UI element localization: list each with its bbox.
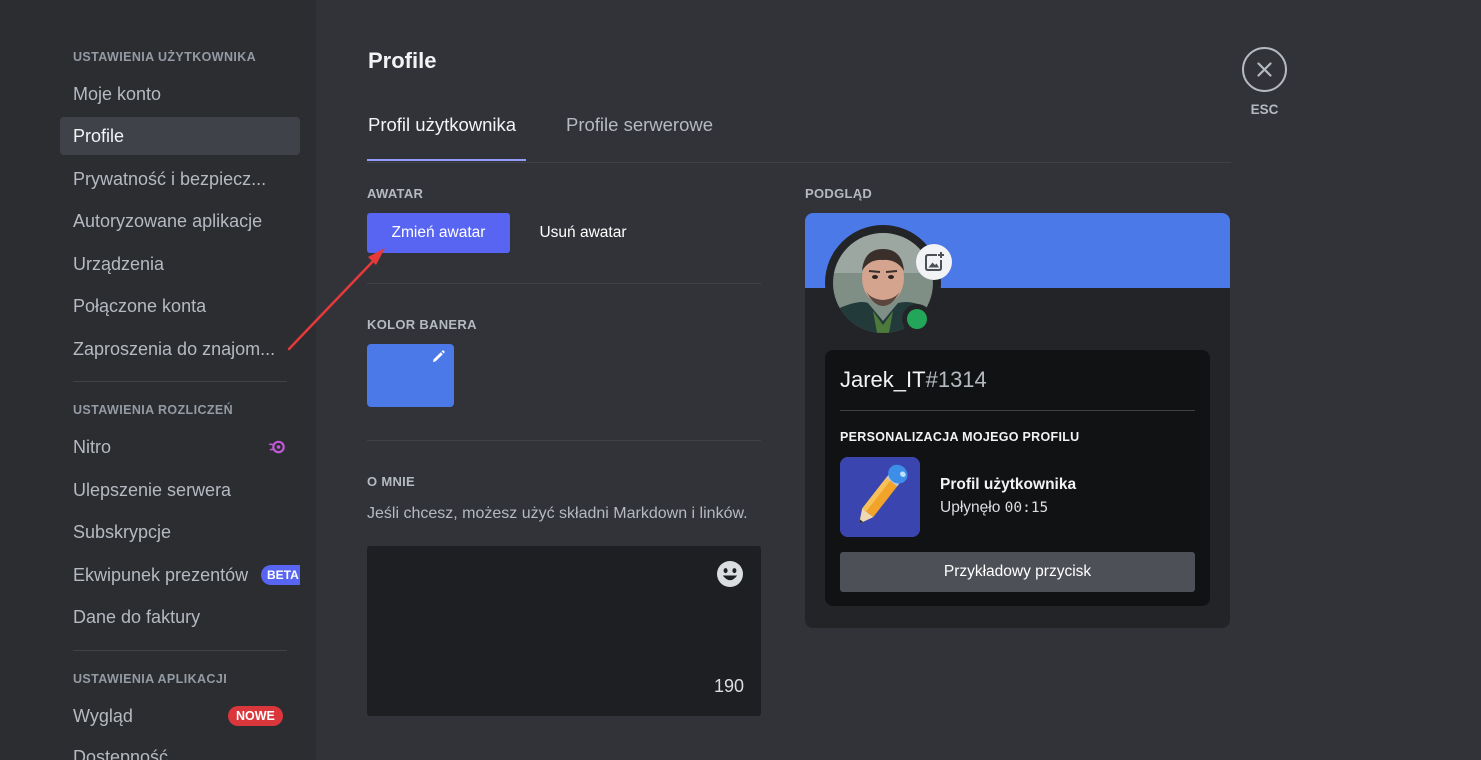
pencil-app-icon <box>840 457 920 537</box>
user-settings-header: USTAWIENIA UŻYTKOWNIKA <box>73 50 257 64</box>
sidebar-item-gift-inventory[interactable]: Ekwipunek prezentów BETA <box>60 556 300 594</box>
sidebar-item-label: Dane do faktury <box>73 607 201 627</box>
avatar-label: AWATAR <box>367 186 424 201</box>
tab-user-profile[interactable]: Profil użytkownika <box>368 114 516 136</box>
sidebar-item-devices[interactable]: Urządzenia <box>60 245 300 283</box>
activity-elapsed: Upłynęło 00:15 <box>940 499 1048 517</box>
sidebar-item-label: Ulepszenie serwera <box>73 480 232 500</box>
section-divider <box>367 440 761 441</box>
sidebar-item-my-account[interactable]: Moje konto <box>60 75 300 113</box>
sidebar-item-label: Profile <box>73 126 125 146</box>
status-indicator <box>902 304 932 334</box>
about-me-hint: Jeśli chcesz, możesz użyć składni Markdo… <box>367 505 748 522</box>
beta-badge: BETA <box>261 565 300 585</box>
sidebar-item-server-boost[interactable]: Ulepszenie serwera <box>60 471 300 509</box>
sidebar-item-nitro[interactable]: Nitro <box>60 428 300 466</box>
sidebar-item-label: Autoryzowane aplikacje <box>73 211 263 231</box>
activity-image-icon <box>840 457 920 537</box>
add-image-icon <box>925 252 944 271</box>
sidebar-item-appearance[interactable]: Wygląd NOWE <box>60 697 300 735</box>
online-status-icon <box>907 309 927 329</box>
tabs-divider <box>367 162 1231 163</box>
preview-label: PODGLĄD <box>805 186 873 201</box>
edit-avatar-button[interactable] <box>916 244 952 280</box>
sidebar-item-subscriptions[interactable]: Subskrypcje <box>60 513 300 551</box>
sidebar-item-label: Subskrypcje <box>73 522 172 542</box>
sidebar-item-billing[interactable]: Dane do faktury <box>60 598 300 636</box>
profile-inner-panel: Jarek_IT#1314 PERSONALIZACJA MOJEGO PROF… <box>825 350 1210 606</box>
activity-section-title: PERSONALIZACJA MOJEGO PROFILU <box>840 430 1080 444</box>
about-me-label: O MNIE <box>367 474 416 489</box>
change-avatar-button[interactable]: Zmień awatar <box>367 213 510 253</box>
profile-preview-card: Jarek_IT#1314 PERSONALIZACJA MOJEGO PROF… <box>805 213 1230 628</box>
emoji-picker-icon[interactable] <box>716 560 744 588</box>
elapsed-prefix: Upłynęło <box>940 499 1005 516</box>
nitro-icon <box>269 440 285 454</box>
sidebar-item-friend-requests[interactable]: Zaproszenia do znajom... <box>60 330 300 368</box>
elapsed-time: 00:15 <box>1004 500 1049 516</box>
sample-button[interactable]: Przykładowy przycisk <box>840 552 1195 592</box>
sidebar-item-privacy[interactable]: Prywatność i bezpiecz... <box>60 160 300 198</box>
activity-title: Profil użytkownika <box>940 476 1077 493</box>
discriminator: #1314 <box>925 367 987 392</box>
sidebar-item-accessibility[interactable]: Dostępność <box>60 738 300 760</box>
sidebar-divider <box>73 381 287 382</box>
avatar-frame <box>825 225 952 341</box>
app-settings-header: USTAWIENIA APLIKACJI <box>73 672 228 686</box>
panel-divider <box>840 410 1195 411</box>
username-text: Jarek_IT <box>840 367 926 392</box>
username: Jarek_IT#1314 <box>840 367 987 393</box>
banner-color-label: KOLOR BANERA <box>367 317 477 332</box>
sidebar-item-label: Prywatność i bezpiecz... <box>73 169 267 189</box>
banner-color-swatch[interactable] <box>367 344 454 407</box>
sidebar-item-authorized-apps[interactable]: Autoryzowane aplikacje <box>60 202 300 240</box>
close-button[interactable] <box>1242 47 1287 92</box>
sidebar-item-label: Wygląd <box>73 706 133 726</box>
section-divider <box>367 283 761 284</box>
sidebar-item-label: Nitro <box>73 437 112 457</box>
sidebar-divider <box>73 650 287 651</box>
character-counter: 190 <box>713 676 744 696</box>
sidebar-item-label: Połączone konta <box>73 296 207 316</box>
settings-sidebar: USTAWIENIA UŻYTKOWNIKA Moje konto Profil… <box>0 0 316 760</box>
close-icon <box>1257 62 1272 77</box>
sidebar-item-profiles[interactable]: Profile <box>60 117 300 155</box>
about-me-textarea[interactable]: 190 <box>367 546 761 716</box>
active-tab-indicator <box>367 159 526 161</box>
remove-avatar-button[interactable]: Usuń awatar <box>516 213 650 253</box>
sidebar-item-connections[interactable]: Połączone konta <box>60 287 300 325</box>
sidebar-item-label: Urządzenia <box>73 254 165 274</box>
esc-label: ESC <box>1250 102 1279 117</box>
new-badge: NOWE <box>228 706 283 726</box>
sidebar-item-label: Zaproszenia do znajom... <box>73 339 276 359</box>
sidebar-item-label: Dostępność <box>73 747 169 760</box>
billing-settings-header: USTAWIENIA ROZLICZEŃ <box>73 403 234 417</box>
tab-server-profiles[interactable]: Profile serwerowe <box>566 114 713 136</box>
sidebar-item-label: Moje konto <box>73 84 162 104</box>
page-title: Profile <box>368 48 437 73</box>
pencil-icon <box>433 350 445 362</box>
sidebar-item-label: Ekwipunek prezentów <box>73 565 249 585</box>
